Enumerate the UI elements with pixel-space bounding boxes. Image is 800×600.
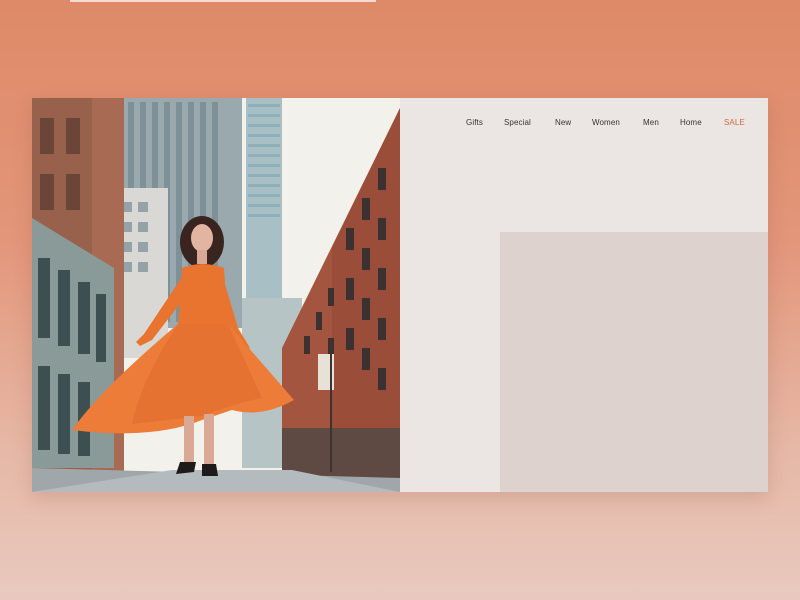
hero-image bbox=[32, 98, 400, 492]
nav-item-new[interactable]: New bbox=[555, 118, 571, 127]
nav-item-sale[interactable]: SALE bbox=[724, 118, 745, 127]
nav-item-women[interactable]: Women bbox=[592, 118, 620, 127]
content-panel bbox=[500, 232, 768, 492]
main-navigation: Gifts Special New Women Men Home SALE bbox=[400, 118, 768, 134]
nav-item-gifts[interactable]: Gifts bbox=[466, 118, 483, 127]
website-mockup-card: Gifts Special New Women Men Home SALE bbox=[32, 98, 768, 492]
nav-item-men[interactable]: Men bbox=[643, 118, 659, 127]
top-strip bbox=[70, 0, 376, 2]
nav-item-home[interactable]: Home bbox=[680, 118, 702, 127]
hero-photo-illustration bbox=[32, 98, 400, 492]
nav-item-special[interactable]: Special bbox=[504, 118, 531, 127]
